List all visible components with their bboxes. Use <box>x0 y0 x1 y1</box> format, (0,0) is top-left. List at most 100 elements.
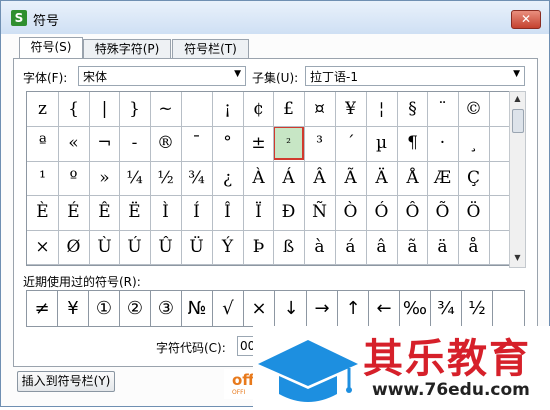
symbol-cell[interactable]: Ú <box>119 230 150 264</box>
symbol-cell[interactable]: µ <box>366 126 397 160</box>
symbol-cell[interactable]: Ë <box>119 195 150 229</box>
symbol-cell[interactable]: À <box>243 161 274 195</box>
symbol-cell[interactable]: ¡ <box>212 92 243 126</box>
symbol-cell[interactable]: Ì <box>150 195 181 229</box>
symbol-cell[interactable]: Ï <box>243 195 274 229</box>
recent-symbol[interactable]: ↑ <box>338 291 369 326</box>
recent-symbol[interactable]: × <box>244 291 275 326</box>
recent-symbol[interactable]: ‰ <box>400 291 431 326</box>
symbol-cell[interactable]: ¢ <box>243 92 274 126</box>
recent-symbol[interactable]: ½ <box>462 291 493 326</box>
symbol-cell[interactable]: ¦ <box>366 92 397 126</box>
recent-symbol[interactable]: → <box>307 291 338 326</box>
symbol-cell[interactable]: ¿ <box>212 161 243 195</box>
symbol-cell[interactable]: Á <box>273 161 304 195</box>
symbol-cell[interactable]: Ç <box>458 161 489 195</box>
symbol-cell[interactable]: Ø <box>58 230 89 264</box>
symbol-cell[interactable]: Ý <box>212 230 243 264</box>
symbol-cell[interactable]: ¨ <box>427 92 458 126</box>
symbol-cell[interactable]: Ó <box>366 195 397 229</box>
symbol-cell[interactable]: · <box>427 126 458 160</box>
recent-symbol[interactable]: ③ <box>151 291 182 326</box>
symbol-cell[interactable]: Ñ <box>304 195 335 229</box>
tab-special-chars[interactable]: 特殊字符(P) <box>83 39 171 59</box>
recent-symbol[interactable]: № <box>182 291 213 326</box>
symbol-cell[interactable]: × <box>27 230 58 264</box>
recent-symbol[interactable]: ② <box>120 291 151 326</box>
symbol-cell[interactable]: Â <box>304 161 335 195</box>
tab-symbols[interactable]: 符号(S) <box>19 37 83 60</box>
symbol-cell[interactable]: Å <box>397 161 428 195</box>
symbol-cell[interactable]: ¹ <box>27 161 58 195</box>
symbol-cell[interactable]: § <box>397 92 428 126</box>
symbol-cell[interactable]: ³ <box>304 126 335 160</box>
recent-symbol[interactable]: ↓ <box>276 291 307 326</box>
symbol-cell[interactable]: ´ <box>335 126 366 160</box>
symbol-cell[interactable]: Î <box>212 195 243 229</box>
symbol-cell[interactable]: á <box>335 230 366 264</box>
symbol-cell[interactable]: ¥ <box>335 92 366 126</box>
symbol-cell[interactable]: { <box>58 92 89 126</box>
symbol-cell[interactable]: Ä <box>366 161 397 195</box>
symbol-cell[interactable]: Õ <box>427 195 458 229</box>
symbol-cell[interactable]: Ö <box>458 195 489 229</box>
symbol-cell[interactable]: É <box>58 195 89 229</box>
symbol-cell[interactable]: ¸ <box>458 126 489 160</box>
symbol-cell[interactable]: ½ <box>150 161 181 195</box>
symbol-cell[interactable]: Ü <box>181 230 212 264</box>
symbol-cell[interactable]: Ê <box>89 195 120 229</box>
recent-symbol[interactable]: ≠ <box>27 291 58 326</box>
close-button[interactable]: ✕ <box>511 10 541 29</box>
symbol-cell[interactable]: ° <box>212 126 243 160</box>
symbol-cell[interactable]: ± <box>243 126 274 160</box>
scroll-down-arrow-icon[interactable]: ▼ <box>510 251 525 265</box>
recent-symbol[interactable]: ¾ <box>431 291 462 326</box>
symbol-cell[interactable]: - <box>119 126 150 160</box>
grid-scrollbar[interactable]: ▲ ▼ <box>509 91 526 268</box>
recent-symbol[interactable]: ¥ <box>58 291 89 326</box>
recent-symbol[interactable]: ① <box>89 291 120 326</box>
symbol-cell[interactable]: £ <box>273 92 304 126</box>
symbol-cell[interactable]: ¾ <box>181 161 212 195</box>
symbol-cell[interactable]: ß <box>273 230 304 264</box>
symbol-cell[interactable]: Ã <box>335 161 366 195</box>
symbol-cell[interactable]: Í <box>181 195 212 229</box>
recent-symbol[interactable]: √ <box>213 291 244 326</box>
symbol-cell[interactable]: ® <box>150 126 181 160</box>
symbol-cell[interactable]: à <box>304 230 335 264</box>
symbol-cell[interactable]: ¬ <box>89 126 120 160</box>
symbol-cell[interactable]: ¤ <box>304 92 335 126</box>
symbol-cell[interactable]: å <box>458 230 489 264</box>
symbol-cell[interactable]: } <box>119 92 150 126</box>
subset-select[interactable]: 拉丁语-1 ▼ <box>305 66 525 86</box>
symbol-cell[interactable]: z <box>27 92 58 126</box>
symbol-cell[interactable]: | <box>89 92 120 126</box>
symbol-cell[interactable]: Æ <box>427 161 458 195</box>
symbol-cell[interactable] <box>181 92 212 126</box>
symbol-cell[interactable]: Ò <box>335 195 366 229</box>
symbol-cell[interactable]: ¶ <box>397 126 428 160</box>
symbol-cell[interactable]: Ð <box>273 195 304 229</box>
symbol-cell[interactable]: È <box>27 195 58 229</box>
symbol-cell[interactable]: Þ <box>243 230 274 264</box>
symbol-cell[interactable]: « <box>58 126 89 160</box>
symbol-cell[interactable]: ä <box>427 230 458 264</box>
font-select[interactable]: 宋体 ▼ <box>78 66 246 86</box>
symbol-cell[interactable]: ² <box>273 126 304 160</box>
symbol-cell[interactable]: Ô <box>397 195 428 229</box>
recent-symbol[interactable]: ← <box>369 291 400 326</box>
symbol-cell[interactable]: Û <box>150 230 181 264</box>
scroll-up-arrow-icon[interactable]: ▲ <box>510 92 525 106</box>
symbol-cell[interactable]: » <box>89 161 120 195</box>
symbol-cell[interactable]: ¯ <box>181 126 212 160</box>
symbol-cell[interactable]: © <box>458 92 489 126</box>
symbol-cell[interactable]: º <box>58 161 89 195</box>
symbol-cell[interactable]: ~ <box>150 92 181 126</box>
tab-symbol-bar[interactable]: 符号栏(T) <box>172 39 249 59</box>
insert-to-symbol-bar-button[interactable]: 插入到符号栏(Y) <box>17 371 115 392</box>
symbol-cell[interactable]: Ù <box>89 230 120 264</box>
symbol-cell[interactable]: â <box>366 230 397 264</box>
symbol-cell[interactable]: ã <box>397 230 428 264</box>
symbol-cell[interactable]: ª <box>27 126 58 160</box>
symbol-cell[interactable]: ¼ <box>119 161 150 195</box>
